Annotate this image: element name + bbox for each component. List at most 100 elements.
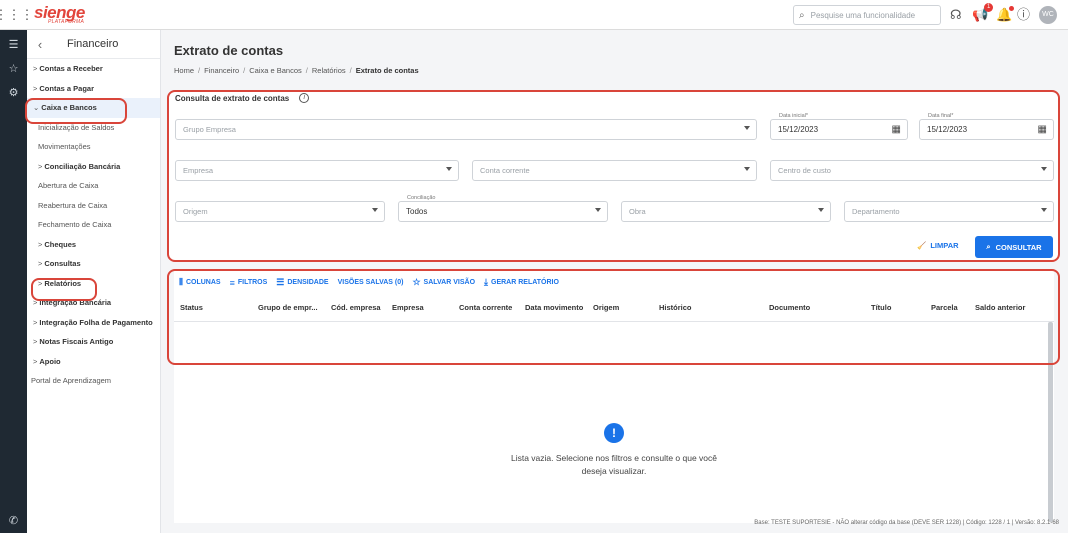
grid-toolbar: ⦀ COLUNAS ≡ FILTROS ☰ DENSIDADE VISÕES SALV… [179, 277, 559, 288]
star-icon[interactable]: ☆ [0, 62, 27, 78]
sidebar-item-apoio[interactable]: > Apoio [27, 352, 160, 372]
breadcrumb-caixa[interactable]: Caixa e Bancos [249, 66, 302, 75]
query-label: CONSULTAR [995, 242, 1042, 252]
column-header[interactable]: Título [871, 303, 891, 312]
empresa-select[interactable]: Empresa [175, 160, 459, 181]
clear-label: LIMPAR [930, 241, 959, 250]
column-header[interactable]: Saldo anterior [975, 303, 1025, 312]
filters-label: FILTROS [237, 279, 268, 286]
column-header[interactable]: Data movimento [525, 303, 583, 312]
centro-custo-select[interactable]: Centro de custo [770, 160, 1054, 181]
column-header[interactable]: Histórico [659, 303, 692, 312]
columns-label: COLUNAS [185, 279, 221, 286]
query-button[interactable]: ⌕ CONSULTAR [975, 236, 1053, 258]
breadcrumb-separator: / [305, 66, 308, 75]
grupo-empresa-select[interactable]: Grupo Empresa [175, 119, 757, 140]
obra-placeholder: Obra [629, 207, 646, 216]
column-header[interactable]: Origem [593, 303, 619, 312]
sidebar-item-movimentacoes[interactable]: Movimentações [27, 137, 160, 157]
chevron-down-icon [818, 208, 824, 212]
density-button[interactable]: ☰ DENSIDADE [276, 277, 328, 288]
results-grid: ⦀ COLUNAS ≡ FILTROS ☰ DENSIDADE VISÕES SALV… [174, 270, 1054, 523]
breadcrumb-separator: / [349, 66, 352, 75]
side-menu-title: Financeiro [67, 38, 119, 50]
save-view-button[interactable]: ☆ SALVAR VISÃO [412, 277, 475, 288]
vertical-scrollbar[interactable] [1048, 322, 1053, 522]
column-header[interactable]: Status [180, 303, 203, 312]
column-header[interactable]: Conta corrente [459, 303, 512, 312]
sidebar-item-consultas[interactable]: > Consultas [27, 254, 160, 274]
sidebar-item-portal-de-aprendizagem[interactable]: Portal de Aprendizagem [27, 371, 160, 391]
column-header[interactable]: Documento [769, 303, 810, 312]
calendar-icon[interactable]: ▦ [1038, 124, 1047, 135]
support-phone-icon[interactable]: ✆ [0, 514, 27, 527]
data-final-label: Data final* [926, 113, 956, 119]
breadcrumb-financeiro[interactable]: Financeiro [204, 66, 239, 75]
headset-icon[interactable]: ☊ [950, 6, 962, 24]
column-header[interactable]: Empresa [392, 303, 424, 312]
help-icon[interactable]: ⓘ [1017, 6, 1030, 24]
departamento-select[interactable]: Departamento [844, 201, 1054, 222]
sidebar-item-fechamento-de-caixa[interactable]: Fechamento de Caixa [27, 215, 160, 235]
chevron-right-icon: > [33, 64, 38, 74]
sidebar-item-label: Apoio [39, 356, 61, 366]
sidebar-item-contas-a-pagar[interactable]: > Contas a Pagar [27, 79, 160, 99]
apps-grid-icon[interactable]: ⋮⋮⋮ [0, 0, 34, 30]
conciliacao-value: Todos [406, 207, 428, 216]
data-inicial-field[interactable]: Data inicial* 15/12/2023 ▦ [770, 113, 908, 140]
version-footer: Base: TESTE SUPORTESIE - NÃO alterar cód… [754, 520, 1059, 526]
sidebar-item-label: Movimentações [38, 142, 91, 152]
chevron-down-icon [595, 208, 601, 212]
data-inicial-label: Data inicial* [777, 113, 811, 119]
conciliacao-select[interactable]: Conciliação Todos [398, 195, 608, 222]
breadcrumb-home[interactable]: Home [174, 66, 194, 75]
columns-button[interactable]: ⦀ COLUNAS [179, 277, 221, 288]
info-icon[interactable]: i [299, 93, 310, 103]
chevron-right-icon: > [38, 239, 43, 249]
avatar[interactable]: WC [1039, 6, 1057, 24]
column-header[interactable]: Parcela [931, 303, 958, 312]
empresa-placeholder: Empresa [183, 166, 214, 175]
filter-panel: Consulta de extrato de contas i Grupo Em… [167, 90, 1060, 262]
gear-icon[interactable]: ⚙ [0, 86, 27, 102]
exclamation-icon: ! [604, 423, 624, 443]
sidebar-item-notas-fiscais-antigo[interactable]: > Notas Fiscais Antigo [27, 332, 160, 352]
sidebar-item-abertura-de-caixa[interactable]: Abertura de Caixa [27, 176, 160, 196]
origem-select[interactable]: Origem [175, 201, 385, 222]
megaphone-icon[interactable]: 📢 1 [972, 3, 994, 24]
conta-corrente-select[interactable]: Conta corrente [472, 160, 757, 181]
conciliacao-label: Conciliação [405, 195, 438, 201]
data-final-field[interactable]: Data final* 15/12/2023 ▦ [919, 113, 1054, 140]
chevron-right-icon: > [33, 356, 38, 366]
sidebar-item-label: Cheques [44, 239, 77, 249]
filters-button[interactable]: ≡ FILTROS [230, 277, 268, 288]
top-bar: ⋮⋮⋮ sienge PLATAFORMA ⌕ Pesquise uma fun… [0, 0, 1068, 30]
chevron-down-icon [744, 167, 750, 171]
column-header[interactable]: Cód. empresa [331, 303, 381, 312]
chevron-right-icon: > [38, 161, 43, 171]
search-icon: ⌕ [799, 9, 805, 21]
calendar-icon[interactable]: ▦ [892, 124, 901, 135]
search-input[interactable]: ⌕ Pesquise uma funcionalidade [793, 5, 941, 25]
generate-report-button[interactable]: ⤓ GERAR RELATÓRIO [484, 277, 559, 288]
main-content: Extrato de contas Home / Financeiro / Caix… [161, 30, 1068, 533]
back-chevron-icon[interactable]: ‹ [27, 37, 53, 52]
sidebar-item-label: Fechamento de Caixa [38, 220, 112, 230]
sidebar-item-reabertura-de-caixa[interactable]: Reabertura de Caixa [27, 196, 160, 216]
sidebar-item-conciliacao-bancaria[interactable]: > Conciliação Bancária [27, 157, 160, 177]
sidebar-item-label: Notas Fiscais Antigo [39, 337, 114, 347]
logo[interactable]: sienge PLATAFORMA [34, 4, 85, 25]
save-view-label: SALVAR VISÃO [423, 279, 476, 286]
column-header[interactable]: Grupo de empr... [258, 303, 318, 312]
saved-views-button[interactable]: VISÕES SALVAS (0) [338, 277, 404, 288]
obra-select[interactable]: Obra [621, 201, 831, 222]
bell-icon[interactable]: 🔔 [996, 6, 1015, 24]
sidebar-item-cheques[interactable]: > Cheques [27, 235, 160, 255]
clear-button[interactable]: 🧹 LIMPAR [917, 241, 959, 250]
sidebar-item-label: Integração Folha de Pagamento [39, 317, 153, 327]
menu-collapse-icon[interactable]: ☰ [0, 38, 27, 54]
breadcrumb-relatorios[interactable]: Relatórios [312, 66, 346, 75]
sidebar-item-contas-a-receber[interactable]: > Contas a Receber [27, 59, 160, 79]
sidebar-item-integracao-folha-de-pagamento[interactable]: > Integração Folha de Pagamento [27, 313, 160, 333]
chevron-down-icon [446, 167, 452, 171]
